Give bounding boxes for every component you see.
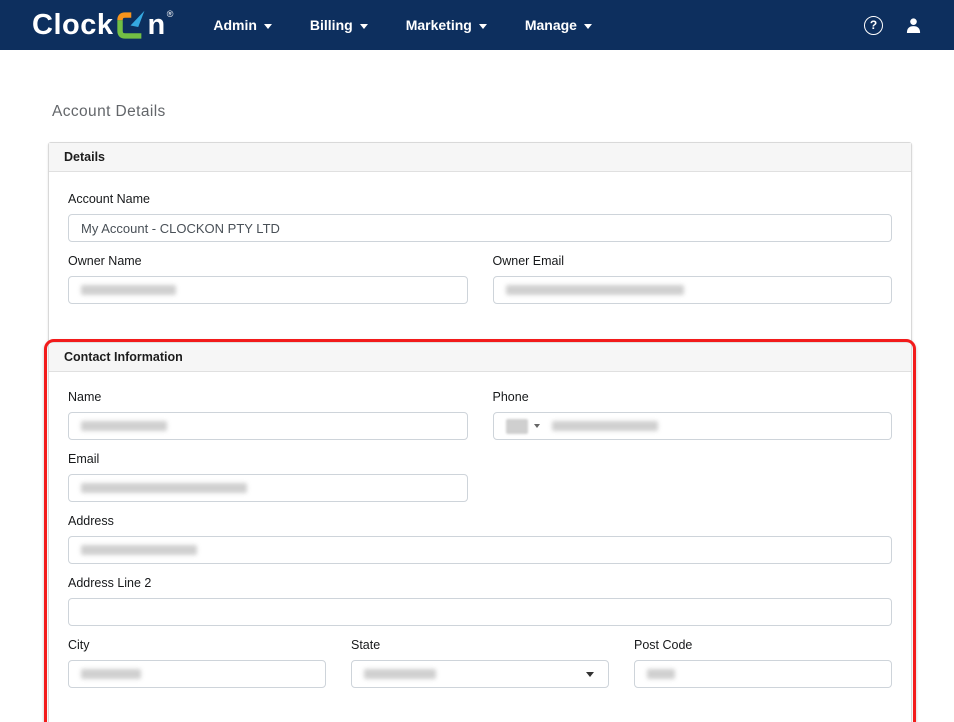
user-icon[interactable] [905,17,922,34]
details-section-header: Details [49,143,911,172]
details-section-body: Account Name Owner Name Owner Email [49,172,911,342]
topbar-right: ? [864,15,922,35]
address-line-2-field: Address Line 2 [68,576,892,626]
nav-item-marketing[interactable]: Marketing [394,7,499,43]
redacted-value [364,669,436,679]
nav-item-label: Admin [213,17,257,33]
city-input[interactable] [68,660,326,688]
chevron-down-icon [586,672,594,677]
logo-text-end: n [147,9,166,41]
address-label: Address [68,514,114,528]
clockon-o-icon [117,10,145,39]
contact-email-label: Email [68,452,100,466]
owner-email-input[interactable] [492,276,892,304]
logo-text-start: Clock [32,9,114,41]
redacted-value [551,421,658,431]
nav-item-billing[interactable]: Billing [298,7,380,43]
help-icon[interactable]: ? [864,15,883,35]
account-name-input[interactable] [68,214,892,242]
chevron-down-icon [359,23,368,29]
nav-item-label: Manage [524,17,577,33]
contact-name-label: Name [68,390,102,404]
nav-item-label: Billing [309,17,353,33]
address-line-2-input[interactable] [68,598,892,626]
owner-name-field: Owner Name [68,254,468,304]
owner-name-input[interactable] [68,276,468,304]
chevron-down-icon [583,23,592,29]
registered-mark: ® [166,9,174,19]
owner-name-label: Owner Name [68,254,142,268]
contact-name-input[interactable] [68,412,468,440]
chevron-down-icon[interactable] [533,424,540,428]
nav-item-label: Marketing [405,17,472,33]
phone-field: Phone [492,390,892,452]
state-field: State [351,638,609,688]
phone-label: Phone [492,390,529,404]
state-select[interactable] [351,660,609,688]
redacted-value [81,545,197,555]
redacted-value [505,285,684,295]
page-title: Account Details [52,103,166,120]
account-details-card: Details Account Name Owner Name Owner Em… [44,142,916,722]
post-code-label: Post Code [634,638,693,652]
phone-input[interactable] [492,412,892,440]
address-field: Address [68,514,892,564]
post-code-field: Post Code [634,638,892,700]
address-input[interactable] [68,536,892,564]
account-name-label: Account Name [68,192,150,206]
contact-section-body: Name Phone Email Address Address Line 2 … [49,372,911,722]
redacted-value [647,669,675,679]
nav-item-admin[interactable]: Admin [201,7,284,43]
country-flag-icon[interactable] [505,418,528,434]
contact-email-input[interactable] [68,474,468,502]
post-code-input[interactable] [634,660,892,688]
redacted-value [81,669,141,679]
top-navbar: Clock n ® Admin Billing Marketing Manage… [0,0,954,50]
address-line-2-label: Address Line 2 [68,576,152,590]
state-label: State [351,638,381,652]
help-glyph: ? [869,18,878,32]
account-name-field: Account Name [68,192,892,242]
contact-information-section: Contact Information Name Phone Email Add… [44,339,916,722]
redacted-value [81,421,167,431]
main-nav: Admin Billing Marketing Manage [201,0,604,50]
owner-email-field: Owner Email [492,254,892,316]
contact-email-field: Email [68,452,468,502]
contact-section-header: Contact Information [49,342,911,372]
nav-item-manage[interactable]: Manage [513,7,604,43]
city-field: City [68,638,326,688]
redacted-value [81,285,176,295]
clockon-logo[interactable]: Clock n ® [32,7,173,43]
contact-name-field: Name [68,390,468,440]
chevron-down-icon [263,23,272,29]
city-label: City [68,638,90,652]
redacted-value [81,483,247,493]
owner-email-label: Owner Email [492,254,565,268]
chevron-down-icon [478,23,487,29]
